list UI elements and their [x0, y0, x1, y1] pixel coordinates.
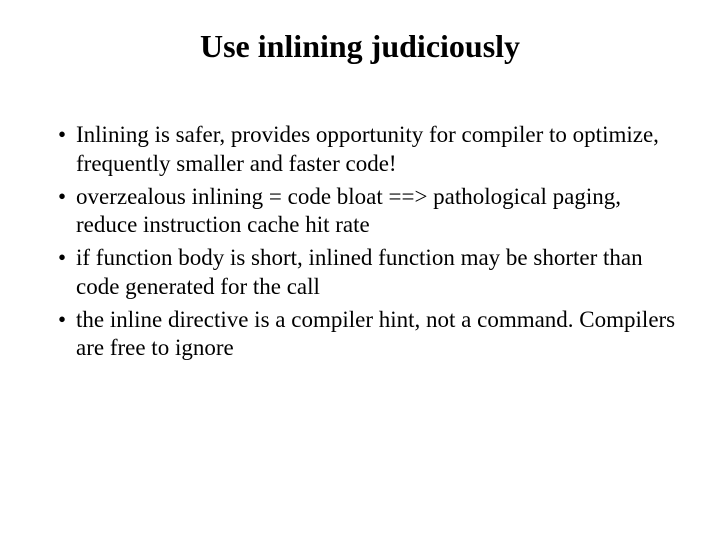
slide: Use inlining judiciously Inlining is saf…: [0, 0, 720, 540]
bullet-list: Inlining is safer, provides opportunity …: [36, 121, 684, 363]
list-item: overzealous inlining = code bloat ==> pa…: [58, 183, 684, 241]
list-item: the inline directive is a compiler hint,…: [58, 306, 684, 364]
list-item: if function body is short, inlined funct…: [58, 244, 684, 302]
list-item: Inlining is safer, provides opportunity …: [58, 121, 684, 179]
slide-title: Use inlining judiciously: [36, 28, 684, 65]
